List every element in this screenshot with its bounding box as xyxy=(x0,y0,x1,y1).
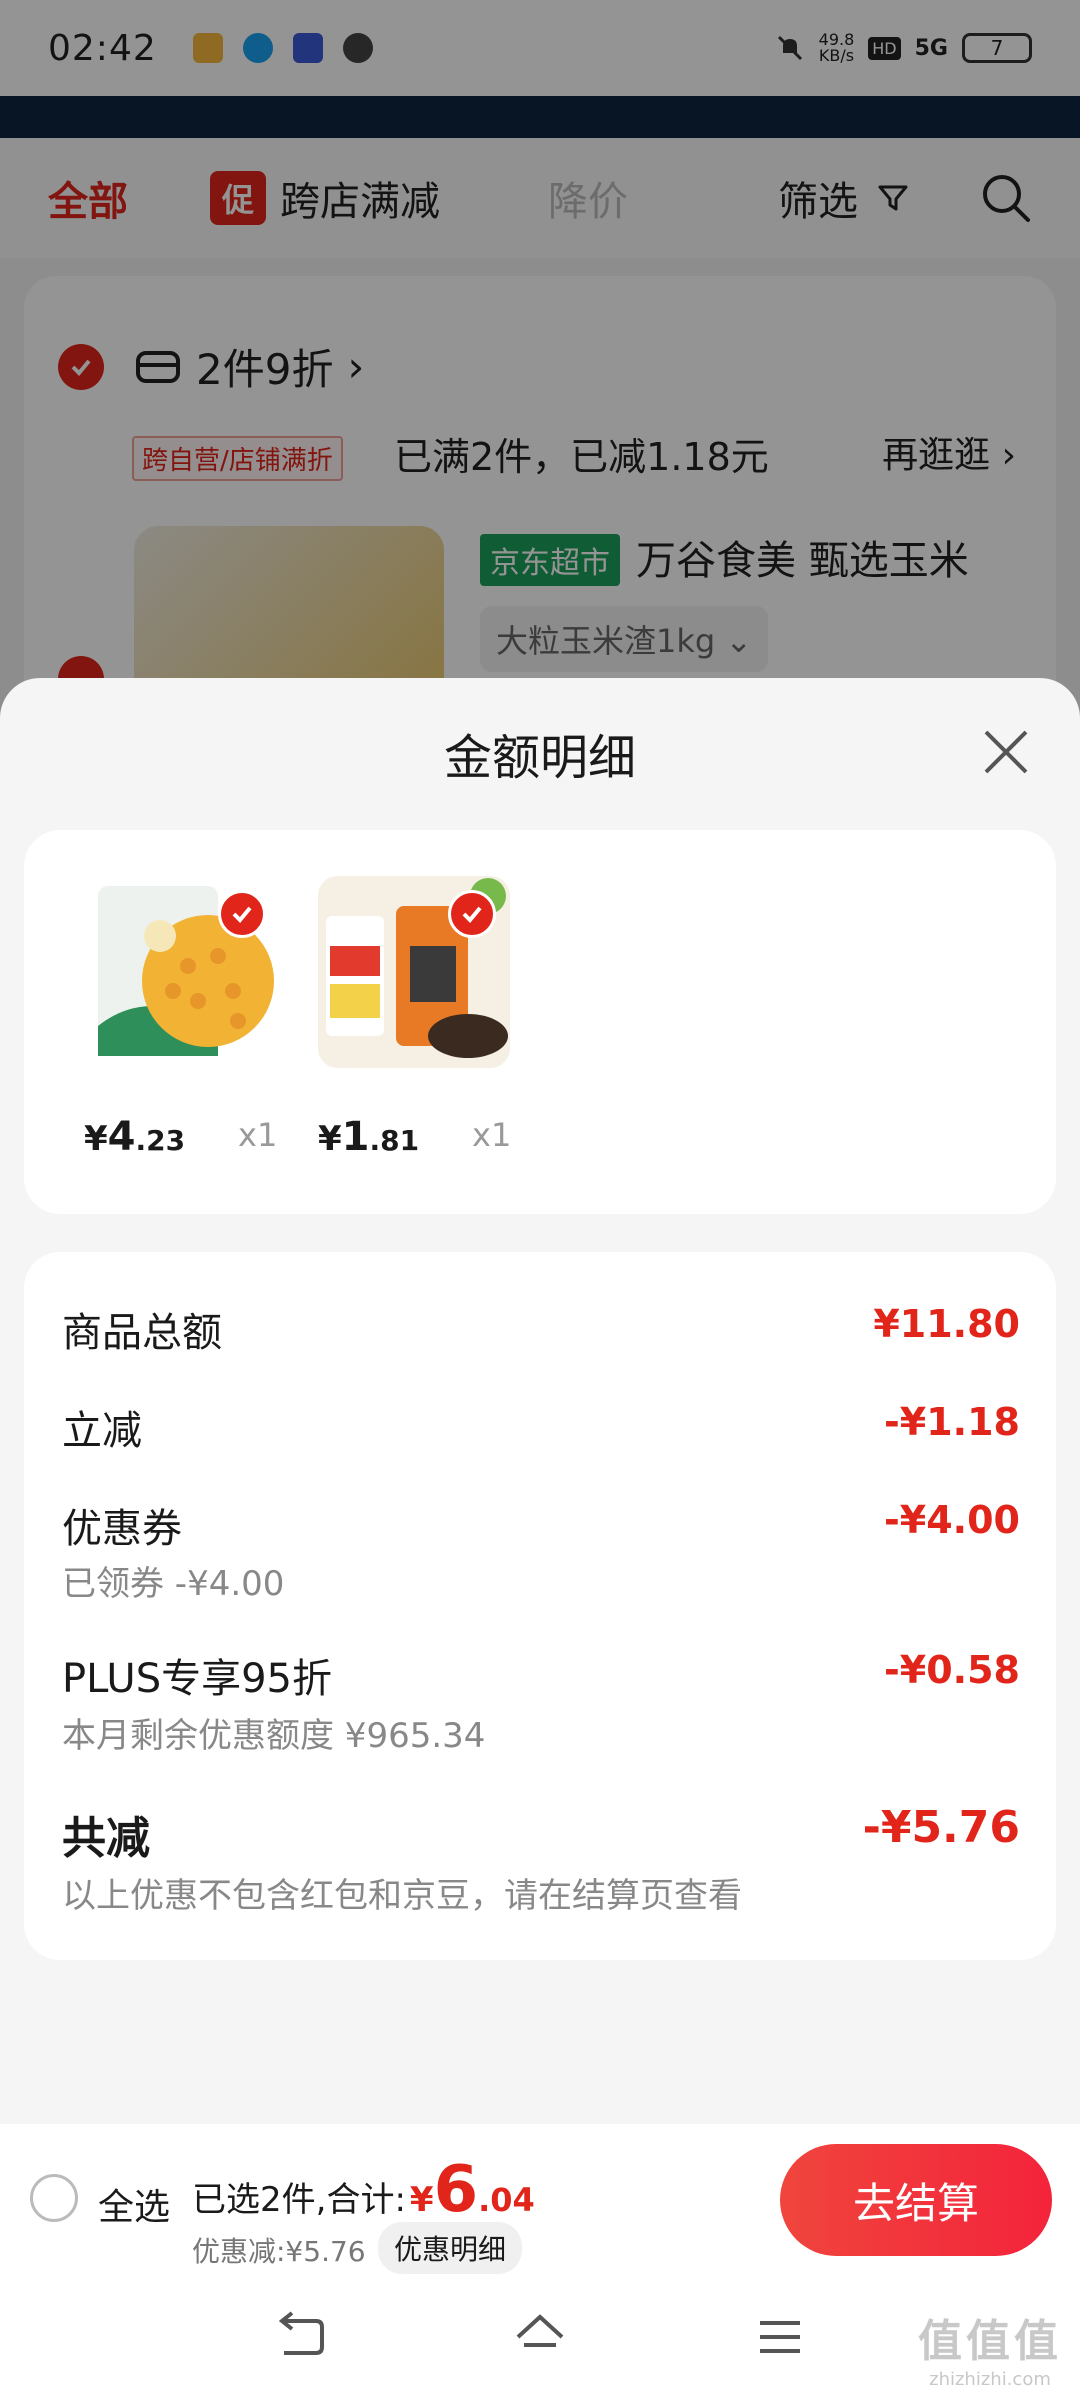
item-price: ¥4.23 xyxy=(84,1114,186,1160)
site-watermark: 值值值 zhizhizhi.com xyxy=(918,2316,1062,2390)
select-all-checkbox[interactable] xyxy=(30,2174,78,2222)
select-all-label[interactable]: 全选 xyxy=(98,2178,170,2230)
discount-detail-button[interactable]: 优惠明细 xyxy=(378,2222,523,2274)
selected-items-card: ¥4.23 x1 ¥1.81 x1 xyxy=(24,830,1056,1214)
subtotal-amount: ¥11.80 xyxy=(873,1302,1020,1346)
check-icon xyxy=(462,906,482,923)
instant-discount-label: 立减 xyxy=(62,1408,142,1454)
item-quantity: x1 xyxy=(238,1116,278,1154)
check-icon xyxy=(232,906,252,923)
back-icon[interactable] xyxy=(270,2307,330,2367)
plus-discount-label: PLUS专享95折 xyxy=(62,1656,332,1702)
total-price-integer: 6 xyxy=(433,2153,479,2227)
subtotal-label: 商品总额 xyxy=(62,1310,222,1356)
item-quantity: x1 xyxy=(472,1116,512,1154)
checkout-bar: 全选 已选2件,合计: ¥ 6 .04 优惠减:¥5.76 优惠明细 去结算 xyxy=(0,2124,1080,2274)
checkout-button[interactable]: 去结算 xyxy=(780,2144,1052,2256)
total-discount-amount: -¥5.76 xyxy=(862,1802,1020,1853)
selected-count-label: 已选2件,合计: xyxy=(192,2180,406,2220)
item-thumbnail[interactable] xyxy=(88,876,280,1068)
selected-total: 已选2件,合计: ¥ 6 .04 xyxy=(192,2153,535,2227)
total-discount-label: 共减 xyxy=(62,1813,150,1864)
total-discount-note: 以上优惠不包含红包和京豆，请在结算页查看 xyxy=(62,1876,742,1916)
item-thumbnail[interactable] xyxy=(318,876,510,1068)
menu-icon[interactable] xyxy=(750,2307,810,2367)
system-nav-bar: 值值值 zhizhizhi.com xyxy=(0,2274,1080,2400)
price-breakdown-card: 商品总额 ¥11.80 立减 -¥1.18 优惠券 已领券 -¥4.00 -¥4… xyxy=(24,1252,1056,1960)
home-icon[interactable] xyxy=(510,2307,570,2367)
discount-summary: 优惠减:¥5.76 xyxy=(192,2235,366,2268)
plus-quota-subtext: 本月剩余优惠额度 ¥965.34 xyxy=(62,1716,486,1756)
total-price-decimal: .04 xyxy=(478,2181,535,2219)
sheet-title: 金额明细 xyxy=(443,730,636,786)
coupon-amount: -¥4.00 xyxy=(884,1498,1020,1542)
item-check-badge xyxy=(448,890,496,938)
item-price: ¥1.81 xyxy=(318,1114,420,1160)
coupon-label: 优惠券 xyxy=(62,1506,182,1552)
close-icon[interactable] xyxy=(978,724,1034,780)
coupon-subtext: 已领券 -¥4.00 xyxy=(62,1564,285,1604)
item-check-badge xyxy=(218,890,266,938)
instant-discount-amount: -¥1.18 xyxy=(884,1400,1020,1444)
plus-discount-amount: -¥0.58 xyxy=(884,1648,1020,1692)
